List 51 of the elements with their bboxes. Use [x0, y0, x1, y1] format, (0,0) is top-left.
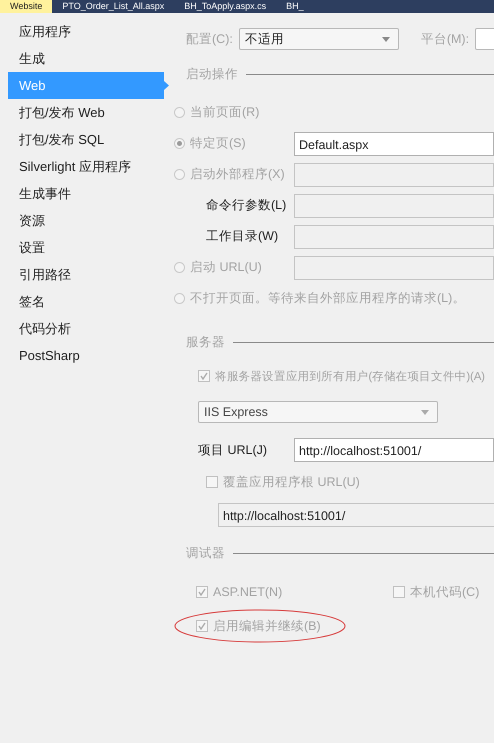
document-tab[interactable]: Website: [0, 0, 52, 13]
radio-button[interactable]: [174, 138, 185, 149]
checkbox-label: 本机代码(C): [410, 584, 480, 600]
platform-label: 平台(M):: [420, 30, 470, 48]
checkbox-label: 将服务器设置应用到所有用户(存储在项目文件中)(A): [215, 369, 485, 384]
sidebar-item[interactable]: 打包/发布 Web: [8, 99, 169, 126]
sidebar-item[interactable]: 生成事件: [8, 180, 169, 207]
sidebar-item[interactable]: 打包/发布 SQL: [8, 126, 169, 153]
field-label: 命令行参数(L): [206, 197, 288, 214]
document-tab[interactable]: BH_: [276, 0, 314, 13]
sidebar-item[interactable]: 生成: [8, 45, 169, 72]
url-field[interactable]: http://localhost:51001/: [218, 503, 494, 527]
checkbox[interactable]: [196, 586, 208, 598]
radio-button[interactable]: [174, 107, 185, 118]
caret-icon: [382, 36, 390, 42]
url-field[interactable]: http://localhost:51001/: [294, 438, 494, 462]
option-label: 当前页面(R): [190, 104, 260, 121]
checkbox[interactable]: [198, 370, 210, 382]
option-label: 启动 URL(U): [190, 259, 263, 276]
config-dropdown[interactable]: 不适用: [238, 28, 399, 50]
document-tab[interactable]: PTO_Order_List_All.aspx: [52, 0, 174, 13]
config-label: 配置(C):: [186, 30, 233, 48]
field-label: 项目 URL(J): [198, 442, 268, 458]
radio-button[interactable]: [174, 293, 185, 304]
sidebar-item[interactable]: 应用程序: [8, 18, 169, 45]
checkbox[interactable]: [206, 476, 218, 488]
document-tab[interactable]: BH_ToApply.aspx.cs: [174, 0, 276, 13]
checkbox[interactable]: [393, 586, 405, 598]
group-title: 启动操作: [186, 66, 238, 82]
radio-button[interactable]: [174, 262, 185, 273]
sidebar-item[interactable]: 引用路径: [8, 261, 169, 288]
option-label: 启动外部程序(X): [190, 166, 286, 183]
option-label: 不打开页面。等待来自外部应用程序的请求(L)。: [190, 290, 466, 307]
group-title: 服务器: [186, 334, 225, 350]
sidebar-item[interactable]: 代码分析: [8, 315, 169, 342]
input-field[interactable]: Default.aspx: [294, 132, 494, 156]
checkbox-label: ASP.NET(N): [213, 585, 282, 599]
checkbox-label: 启用编辑并继续(B): [213, 618, 321, 634]
sidebar-item[interactable]: 资源: [8, 207, 169, 234]
sidebar-item[interactable]: 设置: [8, 234, 169, 261]
caret-icon: [421, 410, 429, 414]
sidebar-item[interactable]: Silverlight 应用程序: [8, 153, 169, 180]
option-label: 特定页(S): [190, 135, 247, 152]
radio-button[interactable]: [174, 169, 185, 180]
checkbox-label: 覆盖应用程序根 URL(U): [223, 474, 360, 490]
group-title: 调试器: [186, 544, 225, 562]
sidebar-item[interactable]: 签名: [8, 288, 169, 315]
server-dropdown[interactable]: IIS Express: [198, 401, 438, 423]
field-label: 工作目录(W): [206, 228, 280, 245]
sidebar-item[interactable]: PostSharp: [8, 342, 169, 369]
checkbox[interactable]: [196, 620, 208, 632]
